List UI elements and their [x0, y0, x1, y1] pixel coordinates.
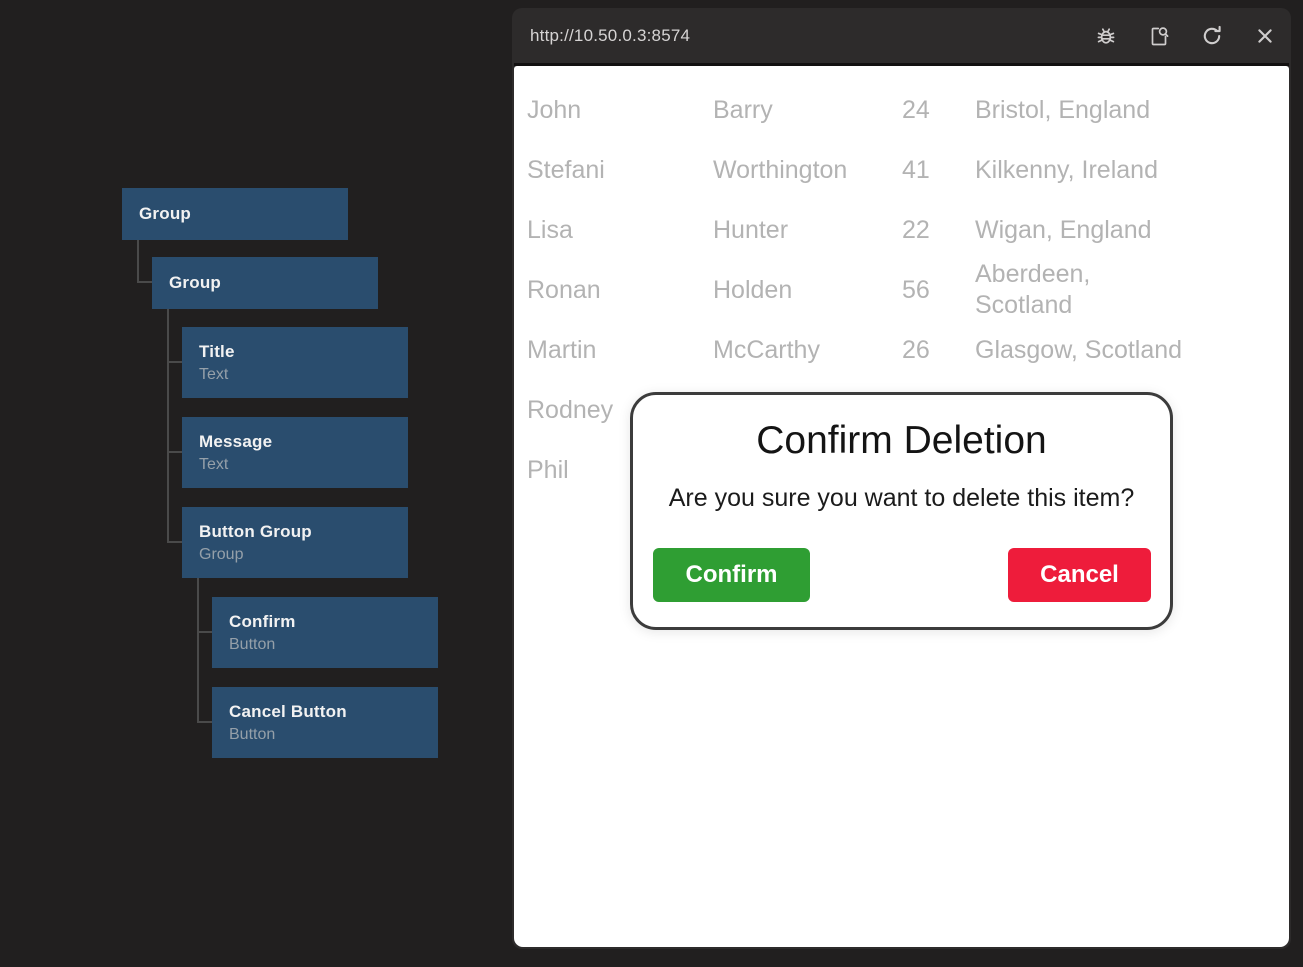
cell-first-name: John [527, 95, 713, 126]
cell-last-name: Worthington [713, 155, 902, 186]
confirm-button[interactable]: Confirm [653, 548, 810, 602]
reload-button[interactable] [1200, 24, 1224, 48]
dialog-title: Confirm Deletion [633, 417, 1170, 465]
cell-age: 26 [902, 335, 975, 366]
tree-node-label: Cancel Button [229, 702, 421, 722]
tree-node-message[interactable]: Message Text [182, 417, 408, 488]
cell-last-name: Holden [713, 275, 902, 306]
screen: Group Group Title Text Message Text Butt… [0, 0, 1303, 967]
tree-connector [197, 721, 213, 723]
tree-connector [167, 541, 183, 543]
table-row: Lisa Hunter 22 Wigan, England [527, 200, 1217, 260]
tree-node-group-root[interactable]: Group [122, 188, 348, 240]
cell-age: 22 [902, 215, 975, 246]
tree-node-label: Message [199, 432, 391, 452]
cell-city: Glasgow, Scotland [975, 335, 1205, 366]
address-bar[interactable]: http://10.50.0.3:8574 [530, 26, 690, 46]
tree-connector [197, 631, 213, 633]
cell-city: Wigan, England [975, 215, 1205, 246]
dialog-message: Are you sure you want to delete this ite… [633, 481, 1170, 515]
tree-node-group-inner[interactable]: Group [152, 257, 378, 309]
toolbar-icons [1094, 24, 1277, 48]
table-row: Ronan Holden 56 Aberdeen, Scotland [527, 260, 1217, 320]
cell-city: Aberdeen, Scotland [975, 259, 1205, 321]
cell-city: Bristol, England [975, 95, 1205, 126]
debug-button[interactable] [1094, 24, 1118, 48]
tree-node-title[interactable]: Title Text [182, 327, 408, 398]
tree-node-type: Button [229, 726, 421, 744]
tree-connector [197, 578, 199, 723]
cell-age: 41 [902, 155, 975, 186]
cell-first-name: Ronan [527, 275, 713, 306]
tree-node-type: Text [199, 456, 391, 474]
close-button[interactable] [1253, 24, 1277, 48]
close-icon [1253, 24, 1277, 48]
cell-age: 56 [902, 275, 975, 306]
tree-node-type: Button [229, 636, 421, 654]
tree-node-cancel-button[interactable]: Cancel Button Button [212, 687, 438, 758]
cell-first-name: Martin [527, 335, 713, 366]
tree-connector [137, 281, 153, 283]
cell-last-name: McCarthy [713, 335, 902, 366]
tree-node-label: Group [169, 273, 361, 293]
cell-first-name: Stefani [527, 155, 713, 186]
browser-toolbar: http://10.50.0.3:8574 [512, 8, 1291, 63]
table-row: Stefani Worthington 41 Kilkenny, Ireland [527, 140, 1217, 200]
tree-node-label: Button Group [199, 522, 391, 542]
tree-node-button-group[interactable]: Button Group Group [182, 507, 408, 578]
tree-connector [167, 361, 183, 363]
tree-connector [137, 240, 139, 283]
inspect-page-icon [1147, 24, 1171, 48]
cell-last-name: Hunter [713, 215, 902, 246]
debug-icon [1094, 24, 1118, 48]
inspect-page-button[interactable] [1147, 24, 1171, 48]
cell-city: Kilkenny, Ireland [975, 155, 1205, 186]
tree-node-label: Title [199, 342, 391, 362]
tree-node-label: Group [139, 204, 331, 224]
table-row: Martin McCarthy 26 Glasgow, Scotland [527, 320, 1217, 380]
cell-last-name: Barry [713, 95, 902, 126]
cell-age: 24 [902, 95, 975, 126]
confirm-deletion-dialog: Confirm Deletion Are you sure you want t… [630, 392, 1173, 630]
tree-node-label: Confirm [229, 612, 421, 632]
cancel-button[interactable]: Cancel [1008, 548, 1151, 602]
tree-node-type: Text [199, 366, 391, 384]
tree-connector [167, 309, 169, 543]
dialog-buttons: Confirm Cancel [653, 548, 1151, 602]
tree-node-type: Group [199, 546, 391, 564]
tree-node-confirm[interactable]: Confirm Button [212, 597, 438, 668]
reload-icon [1200, 24, 1224, 48]
tree-connector [167, 451, 183, 453]
cell-first-name: Lisa [527, 215, 713, 246]
table-row: John Barry 24 Bristol, England [527, 80, 1217, 140]
